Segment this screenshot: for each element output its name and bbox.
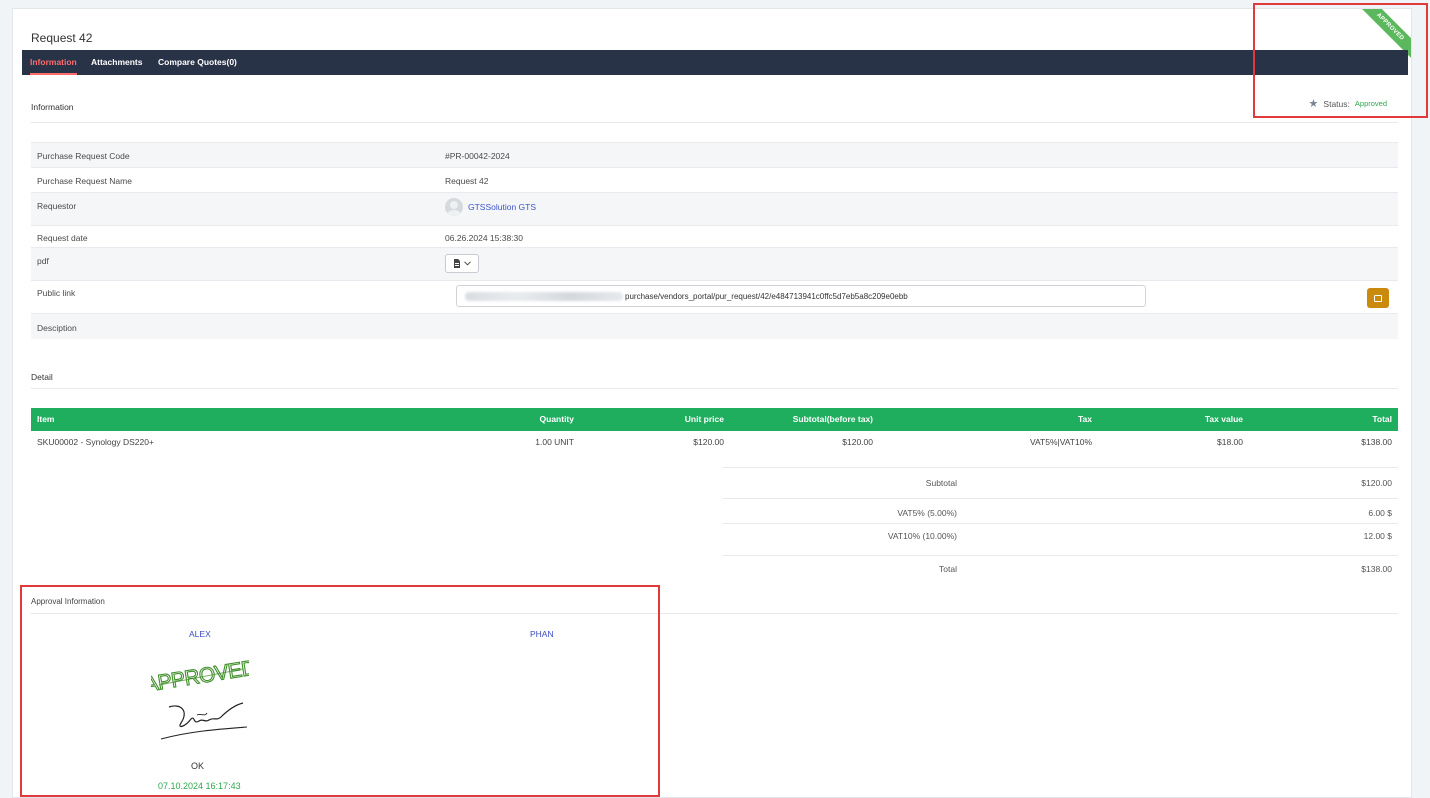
- info-value: #PR-00042-2024: [445, 151, 510, 161]
- approval-note: OK: [191, 761, 205, 771]
- pdf-dropdown-button[interactable]: [445, 254, 479, 273]
- info-row-public-link: Public link purchase/vendors_portal/pur_…: [31, 280, 1398, 313]
- tab-bar: Information Attachments Compare Quotes(0…: [22, 50, 1408, 75]
- column-header: Tax value: [1204, 414, 1243, 424]
- totals-row-vat5: VAT5% (5.00%) 6.00 $: [723, 498, 1398, 523]
- approved-stamp: APPROVED: [151, 656, 249, 695]
- cell-total: $138.00: [1361, 437, 1392, 447]
- approved-stamp-text: APPROVED: [151, 656, 249, 695]
- cell-quantity: 1.00 UNIT: [535, 437, 574, 447]
- cell-subtotal: $120.00: [842, 437, 873, 447]
- public-link-field[interactable]: purchase/vendors_portal/pur_request/42/e…: [456, 285, 1146, 307]
- file-pdf-icon: [454, 259, 460, 268]
- info-label: pdf: [37, 256, 49, 266]
- approver-name-phan: PHAN: [530, 629, 554, 639]
- column-header: Item: [37, 414, 55, 424]
- cell-tax-value: $18.00: [1217, 437, 1243, 447]
- totals-value: 12.00 $: [1363, 531, 1392, 541]
- cell-item: SKU00002 - Synology DS220+: [37, 437, 154, 447]
- info-row-requestor: Requestor GTSSolution GTS: [31, 192, 1398, 225]
- approval-date: 07.10.2024 16:17:43: [158, 781, 241, 791]
- tab-attachments[interactable]: Attachments: [91, 50, 142, 75]
- info-table: Purchase Request Code #PR-00042-2024 Pur…: [31, 142, 1398, 339]
- request-panel: Request 42 APPROVED Information Attachme…: [12, 8, 1412, 798]
- column-header: Total: [1372, 414, 1392, 424]
- info-row-code: Purchase Request Code #PR-00042-2024: [31, 142, 1398, 167]
- detail-table: Item Quantity Unit price Subtotal(before…: [31, 408, 1398, 453]
- star-icon: ★: [1308, 98, 1319, 110]
- totals-value: $138.00: [1361, 564, 1392, 574]
- divider: [31, 122, 1398, 123]
- totals-row-total: Total $138.00: [723, 555, 1398, 579]
- info-label: Requestor: [37, 201, 77, 211]
- copy-icon: [1374, 294, 1382, 302]
- detail-heading: Detail: [31, 372, 53, 382]
- page-title: Request 42: [31, 31, 93, 45]
- info-label: Desciption: [37, 323, 77, 333]
- info-row-description: Desciption: [31, 313, 1398, 339]
- totals-label: Subtotal: [925, 478, 957, 488]
- approval-heading: Approval Information: [31, 597, 105, 606]
- public-link-value: purchase/vendors_portal/pur_request/42/e…: [625, 291, 908, 301]
- signature-image: [160, 702, 248, 740]
- totals-value: $120.00: [1361, 478, 1392, 488]
- info-label: Request date: [37, 233, 88, 243]
- info-label: Purchase Request Name: [37, 176, 132, 186]
- information-heading: Information: [31, 102, 74, 112]
- copy-link-button[interactable]: [1367, 288, 1389, 308]
- cell-tax: VAT5%|VAT10%: [1029, 437, 1092, 447]
- info-value: 06.26.2024 15:38:30: [445, 233, 523, 243]
- totals-row-vat10: VAT10% (10.00%) 12.00 $: [723, 523, 1398, 555]
- column-header: Unit price: [684, 414, 724, 424]
- info-row-date: Request date 06.26.2024 15:38:30: [31, 225, 1398, 247]
- requestor-link[interactable]: GTSSolution GTS: [468, 202, 536, 212]
- blurred-domain: [465, 291, 623, 301]
- table-header: Item Quantity Unit price Subtotal(before…: [31, 408, 1398, 431]
- column-header: Quantity: [539, 414, 574, 424]
- info-row-name: Purchase Request Name Request 42: [31, 167, 1398, 192]
- divider: [31, 388, 1398, 389]
- chevron-down-icon: [464, 261, 471, 266]
- info-label: Purchase Request Code: [37, 151, 130, 161]
- table-row: SKU00002 - Synology DS220+ 1.00 UNIT $12…: [31, 431, 1398, 453]
- avatar[interactable]: [445, 198, 463, 216]
- divider: [31, 613, 1398, 614]
- column-header: Subtotal(before tax): [792, 414, 873, 424]
- info-label: Public link: [37, 288, 76, 298]
- column-header: Tax: [1077, 414, 1092, 424]
- status-badge: Approved: [1354, 99, 1387, 108]
- totals-table: Subtotal $120.00 VAT5% (5.00%) 6.00 $ VA…: [723, 467, 1398, 579]
- tab-compare-quotes[interactable]: Compare Quotes(0): [158, 50, 237, 75]
- approver-name-alex: ALEX: [189, 629, 211, 639]
- totals-label: Total: [939, 564, 957, 574]
- tab-information[interactable]: Information: [30, 50, 77, 75]
- totals-value: 6.00 $: [1368, 508, 1392, 518]
- totals-row-subtotal: Subtotal $120.00: [723, 467, 1398, 498]
- info-value: Request 42: [445, 176, 489, 186]
- totals-label: VAT10% (10.00%): [887, 531, 957, 541]
- cell-unit-price: $120.00: [693, 437, 724, 447]
- totals-label: VAT5% (5.00%): [897, 508, 957, 518]
- status-label: Status:: [1323, 98, 1350, 109]
- info-row-pdf: pdf: [31, 247, 1398, 280]
- status-indicator: ★ Status: Approved: [1309, 97, 1387, 110]
